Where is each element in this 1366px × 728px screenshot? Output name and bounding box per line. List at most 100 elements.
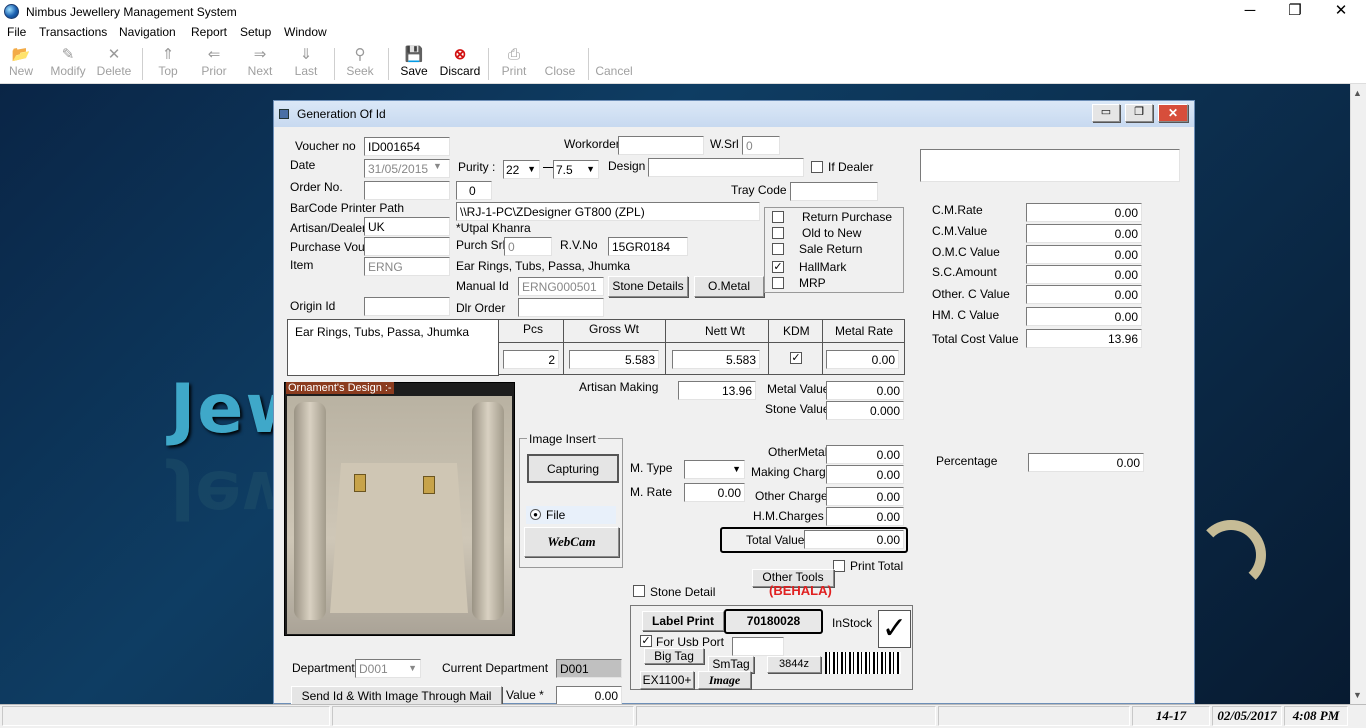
instock-check-icon[interactable]: ✓ [878,610,911,648]
toolbar-next-button[interactable]: ⇒ Next [236,46,284,82]
rv-no-field[interactable]: 15GR0184 [608,237,688,256]
total-cost-field[interactable]: 13.96 [1026,329,1142,348]
m-rate-field[interactable]: 0.00 [684,483,745,502]
metal-rate-field[interactable]: 0.00 [826,350,899,369]
value-field[interactable]: 0.00 [556,686,622,705]
order-no-field[interactable] [364,181,450,200]
sc-amount-field[interactable]: 0.00 [1026,265,1142,284]
tray-code-field[interactable] [790,182,878,201]
other-c-value-field[interactable]: 0.00 [1026,285,1142,304]
dialog-close-icon[interactable]: ✕ [1158,104,1188,122]
metal-value-field[interactable]: 0.00 [826,381,904,400]
toolbar-close-button[interactable]: Close [536,46,584,82]
pcs-field[interactable]: 2 [503,350,559,369]
big-tag-button[interactable]: Big Tag [644,648,704,664]
rv-no-label: R.V.No [560,238,598,252]
menu-setup[interactable]: Setup [240,25,271,39]
o-metal-button[interactable]: O.Metal [694,276,764,297]
toolbar-top-button[interactable]: ⇑ Top [144,46,192,82]
capturing-button[interactable]: Capturing [527,454,619,483]
vertical-scrollbar[interactable] [1350,84,1366,704]
department-select[interactable]: D001 ▼ [355,659,421,678]
stone-details-button[interactable]: Stone Details [608,276,688,297]
usb-port-field[interactable] [732,637,784,656]
artisan-dealer-field[interactable]: UK [364,217,450,236]
webcam-button[interactable]: WebCam [524,527,619,557]
toolbar-seek-button[interactable]: ⚲ Seek [336,46,384,82]
menu-report[interactable]: Report [191,25,227,39]
making-charge-field[interactable]: 0.00 [826,465,904,484]
old-to-new-checkbox[interactable] [772,227,784,239]
dialog-restore-icon[interactable]: ❐ [1125,104,1153,122]
toolbar-save-button[interactable]: 💾 Save [390,46,438,82]
wsrl-field[interactable]: 0 [742,136,780,155]
other-charges-field[interactable]: 0.00 [826,487,904,506]
minimize-icon[interactable]: ─ [1227,2,1273,22]
total-cost-label: Total Cost Value [932,332,1019,346]
hm-charges-field[interactable]: 0.00 [826,507,904,526]
dialog-minimize-icon[interactable]: ▭ [1092,104,1120,122]
hm-c-value-field[interactable]: 0.00 [1026,307,1142,326]
ex1100-button[interactable]: EX1100+ [640,671,694,689]
m-type-select[interactable]: ▼ [684,460,745,479]
manual-id-field[interactable]: ERNG000501 [518,277,604,296]
grid-header-gross-wt: Gross Wt [589,322,639,336]
send-id-mail-button[interactable]: Send Id & With Image Through Mail [291,686,502,706]
toolbar-last-button[interactable]: ⇓ Last [282,46,330,82]
sale-return-checkbox[interactable] [772,243,784,255]
return-purchase-checkbox[interactable] [772,211,784,223]
artisan-making-field[interactable]: 13.96 [678,381,756,400]
scroll-down-icon[interactable]: ▼ [1353,690,1362,700]
total-value-field[interactable]: 0.00 [804,530,904,549]
print-total-checkbox[interactable] [833,560,845,572]
toolbar-modify-button[interactable]: ✎ Modify [44,46,92,82]
maximize-icon[interactable]: ❐ [1272,2,1318,22]
omc-value-field[interactable]: 0.00 [1026,245,1142,264]
toolbar-print-button[interactable]: ⎙ Print [490,46,538,82]
other-metal-field[interactable]: 0.00 [826,445,904,464]
purch-srl-field[interactable]: 0 [504,237,552,256]
cm-rate-field[interactable]: 0.00 [1026,203,1142,222]
printer-path-field[interactable]: \\RJ-1-PC\ZDesigner GT800 (ZPL) [456,202,760,221]
toolbar-new-button[interactable]: 📂 New [0,46,45,82]
scroll-up-icon[interactable]: ▲ [1353,88,1362,98]
percentage-field[interactable]: 0.00 [1028,453,1144,472]
origin-id-field[interactable] [364,297,450,316]
dlr-order-field[interactable] [518,298,604,317]
code-3844z-button[interactable]: 3844z [767,656,821,673]
stone-value-field[interactable]: 0.000 [826,401,904,420]
if-dealer-checkbox[interactable] [811,161,823,173]
toolbar-cancel-button[interactable]: Cancel [590,46,638,82]
for-usb-port-checkbox[interactable]: ✓ [640,635,652,647]
close-icon[interactable]: ✕ [1318,2,1364,22]
voucher-no-label: Voucher no [295,139,356,153]
mrp-checkbox[interactable] [772,277,784,289]
right-info-box[interactable] [920,149,1180,182]
toolbar-delete-button[interactable]: ✕ Delete [90,46,138,82]
stone-detail-checkbox[interactable] [633,585,645,597]
cm-value-field[interactable]: 0.00 [1026,224,1142,243]
menu-transactions[interactable]: Transactions [39,25,107,39]
dialog-title: Generation Of Id [297,107,386,121]
hallmark-checkbox[interactable]: ✓ [772,261,784,273]
item-field[interactable]: ERNG [364,257,450,276]
image-button[interactable]: Image [698,671,751,689]
gross-wt-field[interactable]: 5.583 [569,350,659,369]
purity-select-2[interactable]: 7.5 ▼ [553,160,599,179]
nett-wt-field[interactable]: 5.583 [672,350,760,369]
counter-field[interactable]: 0 [456,181,492,200]
menu-window[interactable]: Window [284,25,327,39]
toolbar-prior-button[interactable]: ⇐ Prior [190,46,238,82]
menu-navigation[interactable]: Navigation [119,25,176,39]
voucher-no-field[interactable]: ID001654 [364,137,450,156]
menu-file[interactable]: File [7,25,26,39]
toolbar-discard-button[interactable]: ⊗ Discard [436,46,484,82]
label-print-button[interactable]: Label Print [642,611,724,631]
workorder-field[interactable] [618,136,704,155]
date-dropdown-icon[interactable]: ▼ [433,161,442,171]
kdm-checkbox[interactable]: ✓ [790,352,802,364]
purchase-vou-field[interactable] [364,237,450,256]
design-field[interactable] [648,158,804,177]
purity-select-1[interactable]: 22 ▼ [503,160,540,179]
file-radio[interactable]: ● [530,509,541,520]
